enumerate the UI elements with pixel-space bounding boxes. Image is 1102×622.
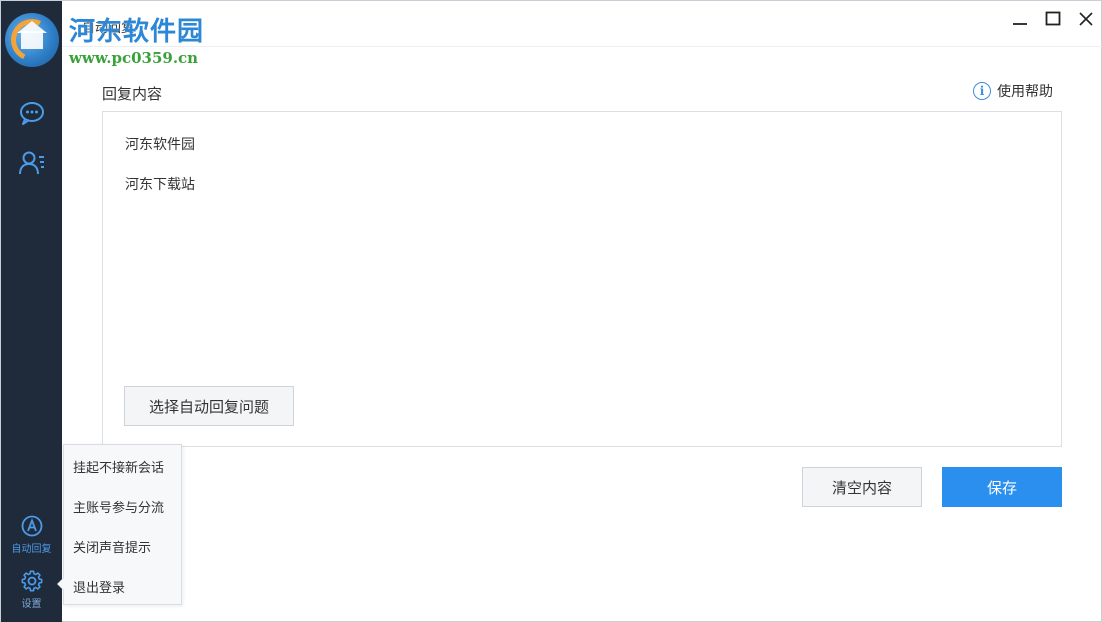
sidebar-item-auto-reply[interactable]: 自动回复: [1, 515, 62, 555]
close-icon: [1078, 11, 1094, 31]
section-label: 回复内容: [102, 85, 163, 103]
reply-line: 河东下载站: [125, 177, 195, 193]
popup-arrow-inner: [58, 578, 64, 590]
close-button[interactable]: [1074, 11, 1098, 31]
watermark-url: www.pc0359.cn: [69, 49, 199, 67]
auto-reply-icon: [21, 515, 43, 537]
save-button[interactable]: 保存: [942, 467, 1062, 507]
contacts-icon: [18, 149, 46, 177]
info-icon: i: [973, 82, 991, 100]
sidebar-item-chat[interactable]: [1, 101, 62, 125]
sidebar: 自动回复 设置: [1, 1, 62, 622]
help-link[interactable]: i 使用帮助: [973, 81, 1053, 101]
minimize-icon: [1012, 11, 1028, 31]
logo-house: [21, 31, 43, 49]
sidebar-item-label: 设置: [21, 599, 42, 610]
minimize-button[interactable]: [1008, 11, 1032, 31]
help-label: 使用帮助: [997, 84, 1053, 100]
maximize-icon: [1045, 11, 1061, 31]
clear-content-button[interactable]: 清空内容: [802, 467, 922, 507]
menu-item-logout[interactable]: 退出登录: [73, 577, 125, 596]
settings-menu: 挂起不接新会话 主账号参与分流 关闭声音提示 退出登录: [63, 444, 182, 605]
title-bar: 自动回复: [62, 1, 1102, 47]
sidebar-item-contacts[interactable]: [1, 149, 62, 177]
menu-item-suspend[interactable]: 挂起不接新会话: [73, 457, 164, 476]
choose-auto-reply-question-button[interactable]: 选择自动回复问题: [124, 386, 294, 426]
reply-content-box[interactable]: 河东软件园 河东下载站 选择自动回复问题: [102, 111, 1062, 447]
watermark-title: 河东软件园: [69, 17, 205, 47]
gear-icon: [21, 570, 43, 592]
menu-item-main-account-distribution[interactable]: 主账号参与分流: [73, 497, 164, 516]
chat-icon: [19, 101, 45, 125]
sidebar-item-label: 自动回复: [11, 544, 52, 555]
reply-line: 河东软件园: [125, 137, 195, 153]
maximize-button[interactable]: [1041, 11, 1065, 31]
sidebar-item-settings[interactable]: 设置: [1, 570, 62, 610]
app-window: 自动回复 设置 自动回复 河东软件园 www.pc0359.cn 回复内容 i …: [0, 0, 1102, 622]
menu-item-mute-sound[interactable]: 关闭声音提示: [73, 537, 151, 556]
